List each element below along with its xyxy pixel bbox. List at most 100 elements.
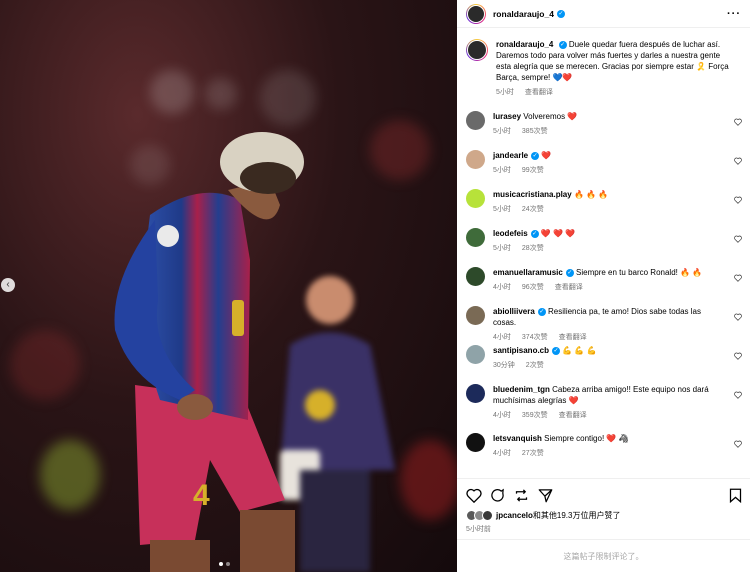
comment-row: letsvanquish Siempre contigo! ❤️ 🦓 4小时 27次… [466, 433, 750, 459]
comment-text: Volveremos ❤️ [523, 112, 578, 121]
commenter-username[interactable]: abiolliivera [493, 307, 535, 316]
commenter-username[interactable]: jandearle [493, 151, 528, 160]
comment-text: Siempre contigo! ❤️ 🦓 [544, 434, 629, 443]
comment-like-heart-icon[interactable] [734, 274, 742, 282]
commenter-avatar[interactable] [466, 111, 485, 130]
carousel-dot [226, 562, 230, 566]
comment-translate-link[interactable]: 查看翻译 [555, 282, 583, 293]
liker-username[interactable]: jpcancelo [496, 511, 533, 520]
commenter-avatar[interactable] [466, 306, 485, 325]
post-timestamp: 5小时前 [466, 526, 491, 533]
carousel-dot-active [219, 562, 223, 566]
liker-avatar [482, 510, 493, 521]
comment-like-heart-icon[interactable] [734, 196, 742, 204]
comment-time: 5小时 [493, 128, 511, 135]
commenter-avatar[interactable] [466, 433, 485, 452]
comment-translate-link[interactable]: 查看翻译 [559, 332, 587, 343]
comment-row: lurasey Volveremos ❤️ 5小时 385次赞 [466, 111, 750, 137]
commenter-avatar[interactable] [466, 150, 485, 169]
commenter-avatar[interactable] [466, 228, 485, 247]
commenter-username[interactable]: santipisano.cb [493, 346, 549, 355]
commenter-username[interactable]: letsvanquish [493, 434, 542, 443]
comment-like-heart-icon[interactable] [734, 313, 742, 321]
comment-row: abiolliivera ✓ Resiliencia pa, te amo! Di… [466, 306, 750, 343]
caption-username[interactable]: ronaldaraujo_4 [496, 40, 553, 49]
commenter-avatar[interactable] [466, 267, 485, 286]
commenter-username[interactable]: lurasey [493, 112, 521, 121]
comment-text: 💪 💪 💪 [562, 346, 597, 355]
comment-likes[interactable]: 385次赞 [522, 126, 548, 137]
send-icon[interactable] [538, 488, 553, 503]
verified-badge-icon: ✓ [558, 40, 567, 49]
caption-avatar[interactable] [466, 39, 488, 61]
comment-time: 5小时 [493, 206, 511, 213]
likes-count-text: 和其他19.3万位用户赞了 [532, 511, 621, 520]
comment-likes[interactable]: 374次赞 [522, 332, 548, 343]
comment-text: Siempre en tu barco Ronald! 🔥 🔥 [576, 268, 703, 277]
comment-like-heart-icon[interactable] [734, 235, 742, 243]
commenter-username[interactable]: musicacristiana.play [493, 190, 572, 199]
comment-row: leodefeis ✓ ❤️ ❤️ ❤️ 5小时 28次赞 [466, 228, 750, 254]
author-username[interactable]: ronaldaraujo_4 [493, 9, 554, 19]
verified-badge-icon: ✓ [565, 268, 574, 277]
comment-likes[interactable]: 359次赞 [522, 410, 548, 421]
post-header: ronaldaraujo_4 ✓ ··· [457, 0, 750, 28]
more-options-icon[interactable]: ··· [727, 8, 741, 20]
commenter-avatar[interactable] [466, 345, 485, 364]
comment-likes[interactable]: 28次赞 [522, 243, 544, 254]
comment-row: bluedenim_tgn Cabeza arriba amigo!! Este… [466, 384, 750, 421]
verified-badge-icon: ✓ [531, 151, 540, 160]
comment-time: 5小时 [493, 245, 511, 252]
comment-like-heart-icon[interactable] [734, 157, 742, 165]
verified-badge-icon: ✓ [556, 9, 565, 18]
comment-likes[interactable]: 96次赞 [522, 282, 544, 293]
commenter-avatar[interactable] [466, 189, 485, 208]
comments-limited-notice: 这篇帖子限制评论了。 [457, 539, 750, 572]
comment-likes[interactable]: 27次赞 [522, 448, 544, 459]
comment-likes[interactable]: 2次赞 [526, 360, 544, 371]
comment-like-heart-icon[interactable] [734, 352, 742, 360]
verified-badge-icon: ✓ [552, 346, 561, 355]
commenter-username[interactable]: bluedenim_tgn [493, 385, 550, 394]
comments-list: ronaldaraujo_4 ✓ Duele quedar fuera desp… [457, 29, 750, 477]
player-figure: 4 [114, 132, 304, 572]
comment-like-heart-icon[interactable] [734, 440, 742, 448]
comment-time: 4小时 [493, 412, 511, 419]
comment-like-heart-icon[interactable] [734, 391, 742, 399]
comment-translate-link[interactable]: 查看翻译 [559, 410, 587, 421]
comment-row: emanuellaramusic ✓ Siempre en tu barco Ro… [466, 267, 750, 293]
comment-time: 4小时 [493, 450, 511, 457]
commenter-username[interactable]: emanuellaramusic [493, 268, 563, 277]
verified-badge-icon: ✓ [537, 307, 546, 316]
comment-like-heart-icon[interactable] [734, 118, 742, 126]
comment-row: jandearle ✓ ❤️ 5小时 99次赞 [466, 150, 750, 176]
author-avatar[interactable] [466, 3, 486, 24]
comment-text: ❤️ ❤️ ❤️ [540, 229, 576, 238]
post-sidebar: ronaldaraujo_4 ✓ ··· ronaldaraujo_4 ✓ Du… [457, 0, 750, 572]
comment-time: 4小时 [493, 334, 511, 341]
comment-likes[interactable]: 99次赞 [522, 165, 544, 176]
comment-likes[interactable]: 24次赞 [522, 204, 544, 215]
heart-icon[interactable] [466, 488, 482, 503]
commenter-avatar[interactable] [466, 384, 485, 403]
caption-time: 5小时 [496, 89, 514, 96]
carousel-prev-button[interactable]: ‹ [1, 278, 15, 292]
svg-text:4: 4 [193, 479, 210, 512]
likes-summary[interactable]: jpcancelo和其他19.3万位用户赞了 [466, 510, 620, 521]
comment-time: 30分钟 [493, 362, 515, 369]
comment-row: musicacristiana.play 🔥 🔥 🔥 5小时 24次赞 [466, 189, 750, 215]
comment-time: 4小时 [493, 284, 511, 291]
bookmark-icon[interactable] [729, 488, 742, 503]
commenter-username[interactable]: leodefeis [493, 229, 528, 238]
comment-icon[interactable] [490, 488, 505, 503]
caption-translate-link[interactable]: 查看翻译 [525, 87, 553, 98]
action-bar [457, 478, 750, 508]
post-photo: 4 ‹ [0, 0, 457, 572]
comment-time: 5小时 [493, 167, 511, 174]
comment-text: ❤️ [541, 151, 552, 160]
post-caption: ronaldaraujo_4 ✓ Duele quedar fuera desp… [457, 29, 750, 98]
comment-text: 🔥 🔥 🔥 [573, 190, 609, 199]
repost-icon[interactable] [514, 488, 529, 503]
verified-badge-icon: ✓ [530, 229, 539, 238]
comment-row: santipisano.cb ✓ 💪 💪 💪 30分钟 2次赞 [466, 345, 750, 371]
